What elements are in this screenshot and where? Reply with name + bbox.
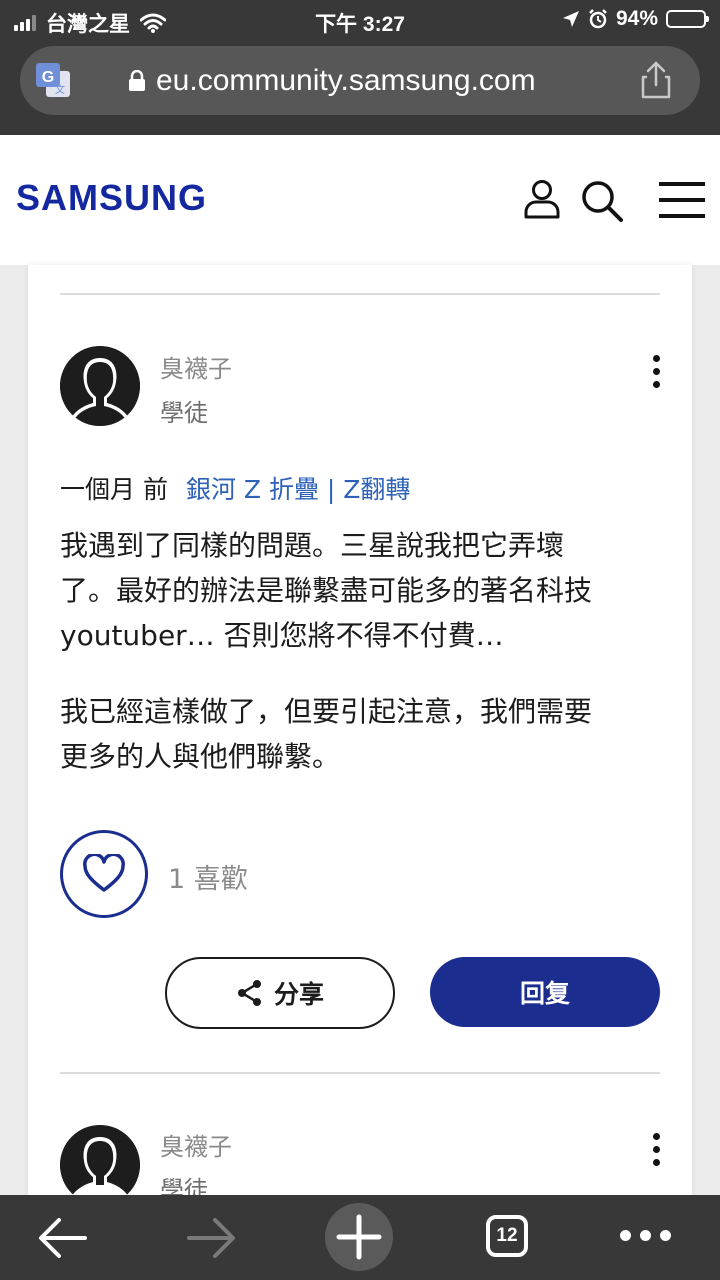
- reply-button[interactable]: 回复: [430, 957, 660, 1027]
- battery-percent: 94%: [615, 7, 658, 30]
- text-line: 更多的人與他們聯繫。: [60, 740, 341, 773]
- site-header: SAMSUNG: [0, 135, 720, 265]
- translate-icon[interactable]: G 文: [34, 61, 72, 99]
- reply-label: 回复: [519, 979, 570, 1008]
- post-options-icon[interactable]: [646, 355, 666, 395]
- text-line: 了。最好的辦法是聯繫盡可能多的著名科技: [60, 574, 593, 607]
- text-line: 我遇到了同樣的問題。三星說我把它弄壞: [60, 529, 565, 562]
- like-count: 1 喜歡: [168, 864, 248, 895]
- url-field[interactable]: G 文 eu.community.samsung.com: [20, 46, 700, 115]
- tab-switcher-button[interactable]: 12: [486, 1215, 528, 1257]
- author-name[interactable]: 臭襪子: [160, 349, 232, 384]
- battery-icon: [666, 10, 709, 28]
- lock-icon: [129, 70, 145, 91]
- post-paragraph: 我已經這樣做了，但要引起注意，我們需要 更多的人與他們聯繫。: [60, 689, 660, 779]
- author-avatar[interactable]: [60, 346, 140, 426]
- share-icon: [237, 980, 261, 1006]
- text-line: 我已經這樣做了，但要引起注意，我們需要: [60, 695, 593, 728]
- forward-arrow-icon[interactable]: [186, 1217, 236, 1259]
- svg-text:SAMSUNG: SAMSUNG: [16, 177, 207, 217]
- share-label: 分享: [273, 980, 324, 1009]
- author-rank: 學徒: [160, 399, 208, 427]
- divider: [60, 293, 660, 295]
- browser-toolbar: 12: [0, 1195, 720, 1280]
- location-arrow-icon: [562, 11, 579, 27]
- back-arrow-icon[interactable]: [38, 1217, 88, 1259]
- plus-icon: [336, 1214, 382, 1260]
- like-button[interactable]: [60, 830, 148, 918]
- status-bar: 台灣之星 下午 3:27 94%: [0, 0, 720, 40]
- post-time: 一個月 前: [60, 475, 168, 504]
- samsung-logo[interactable]: SAMSUNG: [16, 177, 216, 217]
- post-card: 臭襪子 學徒 一個月 前 銀河 Z 折疊 | Z翻轉 我遇到了同樣的問題。三星說…: [28, 265, 692, 1205]
- share-button[interactable]: 分享: [165, 957, 395, 1029]
- author-avatar[interactable]: [60, 1125, 140, 1205]
- post-meta: 一個月 前 銀河 Z 折疊 | Z翻轉: [60, 470, 410, 506]
- menu-icon[interactable]: [658, 181, 706, 219]
- user-account-icon[interactable]: [523, 179, 561, 219]
- text-line: youtuber… 否則您將不得不付費…: [60, 619, 504, 652]
- author-name[interactable]: 臭襪子: [160, 1127, 232, 1162]
- default-avatar-icon: [60, 346, 140, 426]
- share-page-icon[interactable]: [638, 60, 674, 100]
- more-options-icon[interactable]: [620, 1230, 671, 1241]
- browser-address-bar: G 文 eu.community.samsung.com: [0, 40, 720, 135]
- board-link[interactable]: 銀河 Z 折疊 | Z翻轉: [186, 470, 410, 506]
- new-tab-button[interactable]: [325, 1203, 393, 1271]
- url-text: eu.community.samsung.com: [156, 64, 536, 97]
- heart-icon: [83, 854, 125, 892]
- svg-text:文: 文: [55, 83, 65, 96]
- search-icon[interactable]: [580, 179, 624, 223]
- post-paragraph: 我遇到了同樣的問題。三星說我把它弄壞 了。最好的辦法是聯繫盡可能多的著名科技 y…: [60, 523, 660, 658]
- default-avatar-icon: [60, 1125, 140, 1205]
- svg-text:G: G: [42, 69, 54, 86]
- post-options-icon[interactable]: [646, 1133, 666, 1173]
- alarm-icon: [589, 9, 607, 29]
- divider: [60, 1072, 660, 1074]
